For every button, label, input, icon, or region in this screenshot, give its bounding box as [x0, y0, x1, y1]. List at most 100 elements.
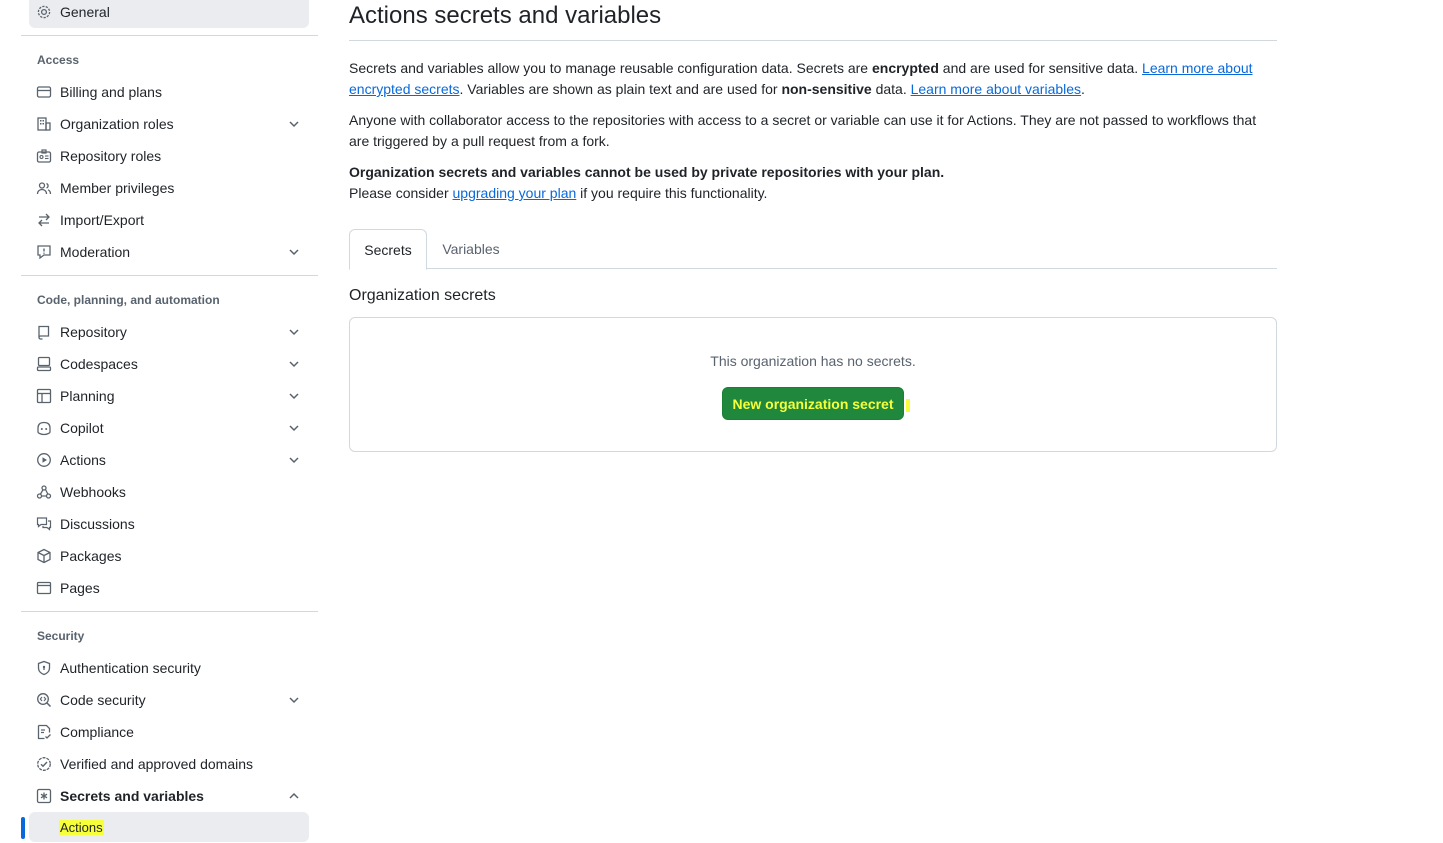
- comment-discussion-icon: [36, 516, 52, 532]
- sidebar-item-repository[interactable]: Repository: [29, 316, 309, 348]
- repo-icon: [36, 324, 52, 340]
- page-title: Actions secrets and variables: [349, 2, 662, 29]
- chevron-down-icon[interactable]: [287, 421, 301, 435]
- sidebar-divider: [21, 275, 318, 276]
- verified-icon: [36, 756, 52, 772]
- sidebar-item-compliance[interactable]: Compliance: [29, 716, 309, 748]
- checklist-icon: [36, 724, 52, 740]
- table-icon: [36, 388, 52, 404]
- intro-text: .: [1081, 81, 1085, 97]
- intro-text: . Variables are shown as plain text and …: [459, 81, 782, 97]
- intro-text: and are used for sensitive data.: [938, 60, 1143, 76]
- sidebar-item-label: Authentication security: [60, 660, 201, 676]
- organization-icon: [36, 116, 52, 132]
- sidebar-item-label: Organization roles: [60, 116, 174, 132]
- plan-notice: Organization secrets and variables canno…: [349, 162, 1277, 204]
- organization-secrets-heading: Organization secrets: [349, 287, 496, 304]
- sidebar-item-label: Verified and approved domains: [60, 756, 254, 772]
- chevron-down-icon[interactable]: [287, 245, 301, 259]
- codescan-icon: [36, 692, 52, 708]
- arrow-switch-icon: [36, 212, 52, 228]
- sidebar-item-code-security[interactable]: Code security: [29, 684, 309, 716]
- package-icon: [36, 548, 52, 564]
- active-item-marker: [21, 817, 25, 839]
- settings-sidebar: General Access Billing and plans Organiz…: [0, 0, 330, 843]
- chevron-down-icon[interactable]: [287, 117, 301, 131]
- codespaces-icon: [36, 356, 52, 372]
- sidebar-item-organization-roles[interactable]: Organization roles: [29, 108, 309, 140]
- asterisk-box-icon: [36, 788, 52, 804]
- tab-variables[interactable]: Variables: [429, 229, 513, 269]
- sidebar-subitem-actions[interactable]: Actions: [29, 812, 309, 842]
- report-icon: [36, 244, 52, 260]
- sidebar-item-verified-domains[interactable]: Verified and approved domains: [29, 748, 309, 780]
- intro-bold-encrypted: encrypted: [871, 60, 939, 76]
- sidebar-divider: [21, 611, 318, 612]
- sidebar-item-label: Repository roles: [60, 148, 162, 164]
- upgrade-plan-link[interactable]: upgrading your plan: [453, 185, 577, 201]
- new-organization-secret-button[interactable]: New organization secret: [722, 387, 904, 420]
- secrets-empty-box: This organization has no secrets. New or…: [349, 317, 1277, 452]
- webhook-icon: [36, 484, 52, 500]
- chevron-down-icon[interactable]: [287, 357, 301, 371]
- sidebar-item-packages[interactable]: Packages: [29, 540, 309, 572]
- sidebar-item-label: Codespaces: [60, 356, 138, 372]
- chevron-up-icon[interactable]: [287, 789, 301, 803]
- sidebar-item-copilot[interactable]: Copilot: [29, 412, 309, 444]
- sidebar-item-label: Actions: [60, 452, 106, 468]
- copilot-icon: [36, 420, 52, 436]
- intro-bold-non-sensitive: non-sensitive: [781, 81, 872, 97]
- plan-notice-bold: Organization secrets and variables canno…: [349, 164, 945, 180]
- sidebar-item-label: Pages: [60, 580, 100, 596]
- sidebar-item-secrets-and-variables[interactable]: Secrets and variables: [29, 780, 309, 812]
- section-title-access: Access: [37, 53, 80, 67]
- sidebar-item-import-export[interactable]: Import/Export: [29, 204, 309, 236]
- sidebar-item-member-privileges[interactable]: Member privileges: [29, 172, 309, 204]
- sidebar-item-webhooks[interactable]: Webhooks: [29, 476, 309, 508]
- title-divider: [349, 40, 1277, 41]
- sidebar-item-label: Billing and plans: [60, 84, 162, 100]
- sidebar-item-label: Secrets and variables: [60, 788, 204, 804]
- gear-icon: [36, 4, 52, 20]
- section-title-code: Code, planning, and automation: [37, 293, 220, 307]
- sidebar-item-general[interactable]: General: [29, 0, 309, 28]
- sidebar-item-repository-roles[interactable]: Repository roles: [29, 140, 309, 172]
- sidebar-item-label: General: [60, 4, 110, 20]
- plan-notice-text: if you require this functionality.: [576, 185, 768, 201]
- sidebar-item-planning[interactable]: Planning: [29, 380, 309, 412]
- sidebar-item-label: Planning: [60, 388, 115, 404]
- sidebar-item-label: Webhooks: [60, 484, 126, 500]
- empty-state-message: This organization has no secrets.: [710, 353, 916, 369]
- intro-paragraph: Secrets and variables allow you to manag…: [349, 58, 1277, 100]
- sidebar-item-actions[interactable]: Actions: [29, 444, 309, 476]
- sidebar-item-label: Packages: [60, 548, 122, 564]
- sidebar-item-discussions[interactable]: Discussions: [29, 508, 309, 540]
- sidebar-item-moderation[interactable]: Moderation: [29, 236, 309, 268]
- credit-card-icon: [36, 84, 52, 100]
- sidebar-item-label: Compliance: [60, 724, 134, 740]
- chevron-down-icon[interactable]: [287, 453, 301, 467]
- chevron-down-icon[interactable]: [287, 389, 301, 403]
- sidebar-divider: [21, 35, 318, 36]
- sidebar-item-label: Member privileges: [60, 180, 175, 196]
- shield-lock-icon: [36, 660, 52, 676]
- chevron-down-icon[interactable]: [287, 325, 301, 339]
- intro-text: data.: [871, 81, 911, 97]
- sidebar-subitem-label: Actions: [59, 819, 104, 835]
- people-icon: [36, 180, 52, 196]
- sidebar-item-codespaces[interactable]: Codespaces: [29, 348, 309, 380]
- sidebar-item-authentication-security[interactable]: Authentication security: [29, 652, 309, 684]
- browser-icon: [36, 580, 52, 596]
- intro-text: Secrets and variables allow you to manag…: [349, 60, 872, 76]
- tab-secrets[interactable]: Secrets: [349, 229, 427, 270]
- sidebar-item-label: Discussions: [60, 516, 135, 532]
- learn-more-variables-link[interactable]: Learn more about variables: [911, 81, 1081, 97]
- plan-notice-text: Please consider: [349, 185, 453, 201]
- id-badge-icon: [36, 148, 52, 164]
- chevron-down-icon[interactable]: [287, 693, 301, 707]
- sidebar-item-label: Moderation: [60, 244, 131, 260]
- sidebar-item-billing[interactable]: Billing and plans: [29, 76, 309, 108]
- sidebar-item-pages[interactable]: Pages: [29, 572, 309, 604]
- collaborator-note: Anyone with collaborator access to the r…: [349, 112, 1257, 149]
- sidebar-item-label: Repository: [60, 324, 127, 340]
